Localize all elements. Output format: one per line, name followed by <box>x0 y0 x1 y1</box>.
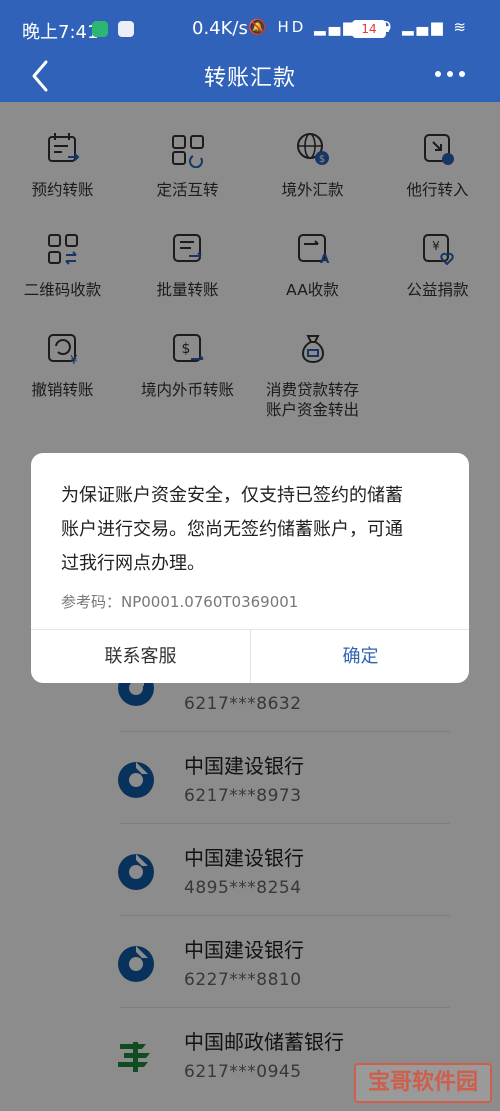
dialog-message-line: 账户进行交易。您尚无签约储蓄账户，可通 <box>61 519 403 540</box>
network-speed: 0.4K/s <box>192 18 248 39</box>
notification-app-icon <box>92 21 108 37</box>
status-time: 晚上7:41 <box>22 22 99 43</box>
battery-icon: 14 <box>352 20 389 38</box>
reference-code: 参考码：NP0001.0760T0369001 <box>61 593 299 611</box>
alert-dialog: 为保证账户资金安全，仅支持已签约的储蓄 账户进行交易。您尚无签约储蓄账户，可通 … <box>31 453 469 683</box>
notification-app-icon-2 <box>118 21 134 37</box>
status-bar: 晚上7:41 0.4K/s 🔕 HD ▂▄▆ HD ▂▄▆ ≋ 14 <box>0 0 500 58</box>
watermark-logo: 宝哥软件园 <box>354 1063 492 1103</box>
dialog-message-line: 过我行网点办理。 <box>61 553 205 574</box>
confirm-button[interactable]: 确定 <box>251 630 469 683</box>
dialog-message: 为保证账户资金安全，仅支持已签约的储蓄 账户进行交易。您尚无签约储蓄账户，可通 … <box>61 479 451 581</box>
dialog-message-line: 为保证账户资金安全，仅支持已签约的储蓄 <box>61 485 403 506</box>
nav-bar: 转账汇款 <box>0 58 500 102</box>
more-icon[interactable] <box>434 68 466 80</box>
contact-service-button[interactable]: 联系客服 <box>31 630 250 683</box>
page-title: 转账汇款 <box>203 66 296 91</box>
